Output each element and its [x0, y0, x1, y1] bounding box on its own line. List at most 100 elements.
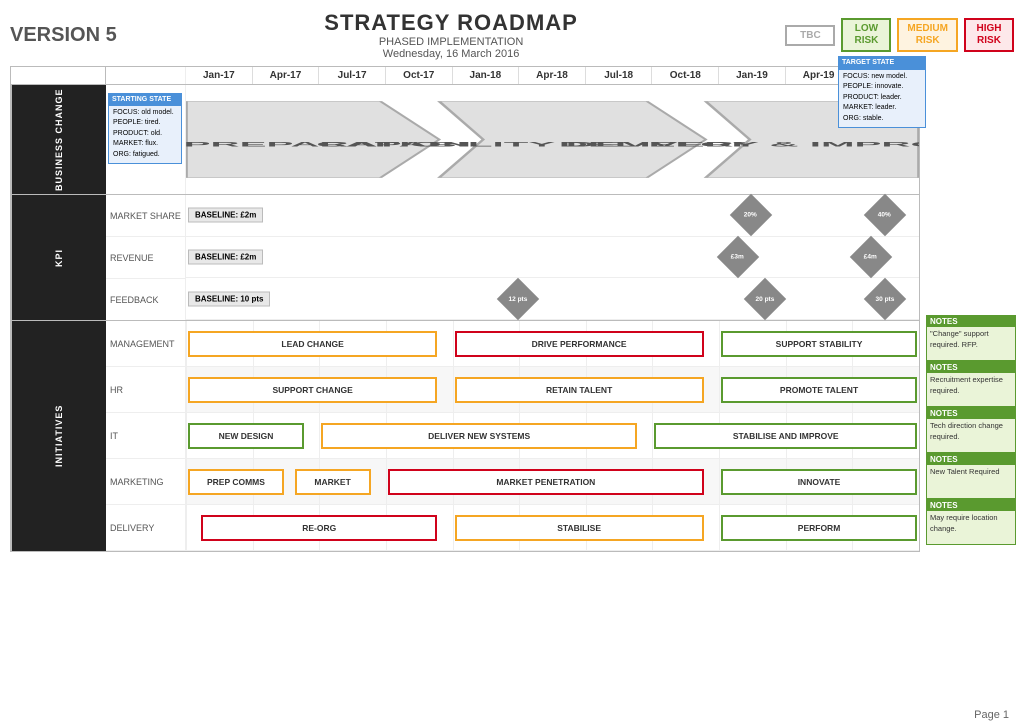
kpi-label-col: MARKET SHARE REVENUE FEEDBACK	[106, 195, 186, 320]
init-bar-3-3: INNOVATE	[721, 469, 917, 495]
page: VERSION 5 STRATEGY ROADMAP PHASED IMPLEM…	[0, 0, 1024, 727]
notes-label-2: NOTES	[927, 408, 1015, 419]
init-bar-1-2: PROMOTE TALENT	[721, 377, 917, 403]
init-bar-3-0: PREP COMMS	[188, 469, 284, 495]
notes-box-1: NOTESRecruitment expertise required.	[926, 361, 1016, 407]
diamond-2-1: 20 pts	[744, 277, 786, 319]
notes-label-3: NOTES	[927, 454, 1015, 465]
notes-text-4: May require location change.	[927, 511, 1015, 536]
diamond-0-1: 40%	[863, 194, 905, 236]
diamond-text-1-1: £4m	[865, 253, 878, 260]
timeline-col-Oct-18: Oct-18	[652, 67, 719, 84]
kpi-row-feedback: BASELINE: 10 pts12 pts20 pts30 pts	[186, 278, 919, 320]
notes-label-1: NOTES	[927, 362, 1015, 373]
starting-state-box: STARTING STATE FOCUS: old model.PEOPLE: …	[108, 93, 182, 164]
kpi-revenue-label: REVENUE	[106, 237, 185, 279]
grid-line-0-4	[453, 321, 454, 366]
diamond-text-0-1: 40%	[878, 212, 891, 219]
init-bar-4-2: PERFORM	[721, 515, 917, 541]
grid-line-4-4	[453, 505, 454, 550]
init-bar-2-2: STABILISE AND IMPROVE	[654, 423, 917, 449]
date: Wednesday, 16 March 2016	[324, 48, 578, 60]
notes-label-0: NOTES	[927, 316, 1015, 327]
starting-state-text: FOCUS: old model.PEOPLE: tired.PRODUCT: …	[113, 108, 177, 161]
initiatives-label: INITIATIVES	[11, 321, 106, 551]
kpi-market-share-label: MARKET SHARE	[106, 195, 185, 237]
init-row-label-4: DELIVERY	[106, 505, 185, 551]
legend-high: HIGH RISK	[964, 18, 1014, 52]
legend-low: LOW RISK	[841, 18, 891, 52]
kpi-label: KPI	[11, 195, 106, 320]
init-row-label-1: HR	[106, 367, 185, 413]
kpi-feedback-label: FEEDBACK	[106, 279, 185, 320]
bc-left-spacer: STARTING STATE FOCUS: old model.PEOPLE: …	[106, 85, 186, 194]
grid-line-3-8	[719, 459, 720, 504]
kpi-row-market-share: BASELINE: £2m 20% 40%	[186, 195, 919, 237]
init-bar-1-1: RETAIN TALENT	[455, 377, 704, 403]
grid-line-1-0	[186, 367, 187, 412]
timeline-col-Oct-17: Oct-17	[386, 67, 453, 84]
initiatives-row: INITIATIVES MANAGEMENTHRITMARKETINGDELIV…	[11, 321, 919, 551]
grid-line-3-3	[386, 459, 387, 504]
main-title: STRATEGY ROADMAP	[324, 10, 578, 36]
init-row-4: RE-ORG STABILISE PERFORM	[186, 505, 919, 551]
init-bar-0-0: LEAD CHANGE	[188, 331, 437, 357]
grid-line-2-2	[319, 413, 320, 458]
kpi-content: BASELINE: £2m20%40%BASELINE: £2m£3m£4mBA…	[186, 195, 919, 320]
init-row-2: NEW DESIGN DELIVER NEW SYSTEMS STABILISE A…	[186, 413, 919, 459]
legend-tbc: TBC	[785, 25, 835, 46]
init-bar-0-1: DRIVE PERFORMANCE	[455, 331, 704, 357]
baseline-0: BASELINE: £2m	[188, 208, 263, 223]
init-bar-4-1: STABILISE	[455, 515, 704, 541]
bc-content: PREPARATIONCAPABILITY DEVELOPMENTDELIVER…	[186, 85, 919, 194]
diamond-text-2-0: 12 pts	[509, 295, 528, 302]
diamond-1-1: £4m	[850, 236, 892, 278]
starting-state-label: STARTING STATE	[109, 94, 181, 106]
diamond-0-0: 20%	[730, 194, 772, 236]
bc-arrows-svg: PREPARATIONCAPABILITY DEVELOPMENTDELIVER…	[186, 85, 919, 194]
init-bar-2-0: NEW DESIGN	[188, 423, 304, 449]
diamond-text-2-1: 20 pts	[755, 295, 774, 302]
init-row-0: LEAD CHANGEDRIVE PERFORMANCESUPPORT STAB…	[186, 321, 919, 367]
notes-text-3: New Talent Required	[927, 465, 1015, 480]
timeline-col-Jan-18: Jan-18	[453, 67, 520, 84]
roadmap-table: Jan-17Apr-17Jul-17Oct-17Jan-18Apr-18Jul-…	[10, 66, 920, 552]
notes-box-3: NOTESNew Talent Required	[926, 453, 1016, 499]
notes-text-0: "Change" support required. RFP.	[927, 327, 1015, 352]
notes-label-4: NOTES	[927, 500, 1015, 511]
init-bar-1-0: SUPPORT CHANGE	[188, 377, 437, 403]
initiatives-content: LEAD CHANGEDRIVE PERFORMANCESUPPORT STAB…	[186, 321, 919, 551]
init-row-3: PREP COMMSMARKETMARKET PENETRATIONINNOVA…	[186, 459, 919, 505]
timeline-col-Apr-17: Apr-17	[253, 67, 320, 84]
notes-box-0: NOTES"Change" support required. RFP.	[926, 315, 1016, 361]
grid-line-4-8	[719, 505, 720, 550]
grid-line-0-8	[719, 321, 720, 366]
grid-line-4-0	[186, 505, 187, 550]
arrow-shape-0	[186, 101, 439, 177]
bc-label: BUSINESS CHANGE	[11, 85, 106, 194]
diamond-2-2: 30 pts	[863, 277, 905, 319]
timeline-col-Jul-17: Jul-17	[319, 67, 386, 84]
version-label: VERSION 5	[10, 24, 117, 47]
timeline-col-Apr-18: Apr-18	[519, 67, 586, 84]
init-label-col: MANAGEMENTHRITMARKETINGDELIVERY	[106, 321, 186, 551]
init-bar-3-1: MARKET	[295, 469, 371, 495]
grid-line-1-8	[719, 367, 720, 412]
notes-text-2: Tech direction change required.	[927, 419, 1015, 444]
title-block: STRATEGY ROADMAP PHASED IMPLEMENTATION W…	[324, 10, 578, 60]
page-number: Page 1	[974, 709, 1009, 721]
kpi-row: KPI MARKET SHARE REVENUE FEEDBACK BASELI…	[11, 195, 919, 321]
grid-line-2-7	[652, 413, 653, 458]
baseline-1: BASELINE: £2m	[188, 249, 263, 264]
notes-text-1: Recruitment expertise required.	[927, 373, 1015, 398]
kpi-row-revenue: BASELINE: £2m £3m £4m	[186, 237, 919, 279]
target-state-box: TARGET STATE FOCUS: new model.PEOPLE: in…	[838, 56, 926, 128]
diamond-2-0: 12 pts	[497, 277, 539, 319]
timeline-col-Jan-19: Jan-19	[719, 67, 786, 84]
diamond-text-1-0: £3m	[732, 253, 745, 260]
init-bar-2-1: DELIVER NEW SYSTEMS	[321, 423, 637, 449]
timeline-header: Jan-17Apr-17Jul-17Oct-17Jan-18Apr-18Jul-…	[11, 67, 919, 85]
arrow-shape-1	[439, 101, 706, 177]
timeline-col-Jan-17: Jan-17	[186, 67, 253, 84]
init-bar-4-0: RE-ORG	[201, 515, 437, 541]
